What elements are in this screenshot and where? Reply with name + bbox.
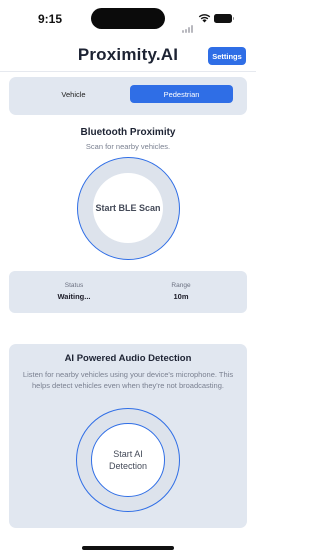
ai-detection-button[interactable]: Start AI Detection [76, 408, 180, 512]
status-label: Status [64, 282, 84, 289]
status-bar: 9:15 [0, 0, 256, 40]
ble-scan-label: Start BLE Scan [95, 203, 161, 213]
range-stat: Range 10m [136, 282, 226, 301]
wifi-icon [198, 14, 211, 23]
status-time: 9:15 [38, 12, 63, 26]
dynamic-island [91, 8, 165, 29]
ai-section-title: AI Powered Audio Detection [64, 353, 192, 364]
home-indicator[interactable] [82, 546, 174, 550]
bluetooth-section-subtitle: Scan for nearby vehicles. [85, 142, 171, 151]
mode-selector: Vehicle Pedestrian [9, 77, 247, 115]
ai-detection-label: Start AI Detection [108, 449, 148, 471]
status-card: Status Waiting... Range 10m [9, 271, 247, 313]
cellular-signal-icon [182, 15, 196, 33]
ble-scan-button[interactable]: Start BLE Scan [77, 157, 180, 260]
tab-vehicle[interactable]: Vehicle [22, 85, 125, 103]
status-stat: Status Waiting... [29, 282, 119, 301]
range-value: 10m [173, 292, 189, 301]
app-header: Proximity.AI Settings [0, 40, 256, 72]
ai-detection-card: AI Powered Audio Detection Listen for ne… [9, 344, 247, 528]
settings-button[interactable]: Settings [208, 47, 246, 65]
ble-scan-button-face[interactable]: Start BLE Scan [93, 173, 163, 243]
bluetooth-section-title: Bluetooth Proximity [80, 127, 176, 138]
range-label: Range [171, 282, 191, 289]
ai-detection-button-face[interactable]: Start AI Detection [91, 423, 165, 497]
status-value: Waiting... [57, 292, 91, 301]
battery-icon [214, 14, 234, 23]
tab-pedestrian[interactable]: Pedestrian [130, 85, 233, 103]
ai-section-description: Listen for nearby vehicles using your de… [22, 370, 234, 390]
